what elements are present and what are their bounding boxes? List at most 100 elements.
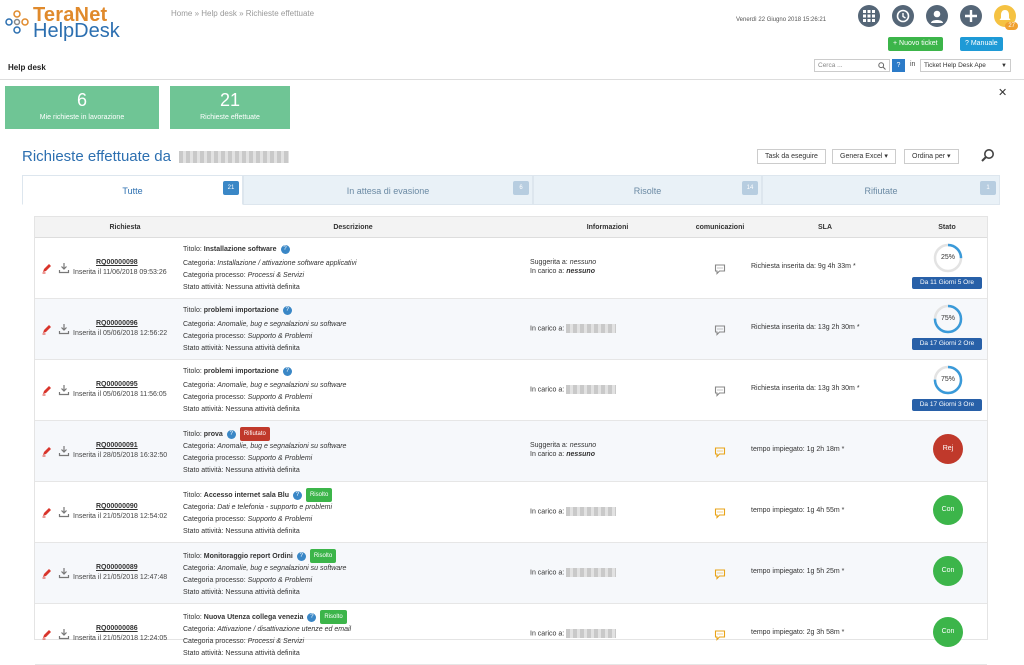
breadcrumb-sep: »	[194, 9, 200, 18]
tab-risolte[interactable]: Risolte 14	[533, 175, 762, 205]
title-line: Titolo: Monitoraggio report Ordini? Risol…	[183, 549, 523, 563]
comment-icon[interactable]	[714, 324, 726, 336]
table-row[interactable]: RQ00000098 Inserita il 11/06/2018 09:53:2…	[35, 238, 987, 299]
comment-icon[interactable]	[714, 446, 726, 458]
info-icon[interactable]: ?	[226, 429, 236, 439]
request-code[interactable]: RQ00000089	[96, 564, 138, 571]
request-title: Accesso internet sala Blu	[203, 491, 289, 499]
process-line: Categoria processo: Supporto & Problemi	[183, 455, 313, 462]
request-code[interactable]: RQ00000086	[96, 625, 138, 632]
tab-tutte[interactable]: Tutte 21	[22, 175, 243, 205]
comment-icon[interactable]	[714, 385, 726, 397]
search-input[interactable]: Cerca ...	[814, 59, 890, 72]
download-icon[interactable]	[58, 506, 70, 518]
request-code[interactable]: RQ00000098	[96, 259, 138, 266]
table-row[interactable]: RQ00000090 Inserita il 21/05/2018 12:54:0…	[35, 482, 987, 543]
info-icon[interactable]: ?	[282, 305, 292, 315]
edit-icon[interactable]	[41, 445, 53, 457]
new-ticket-button[interactable]: + Nuovo ticket	[888, 37, 943, 51]
activity-line: Stato attività: Nessuna attività definit…	[183, 528, 300, 535]
task-button[interactable]: Task da eseguire	[757, 149, 826, 164]
status-cell: Con	[912, 609, 982, 661]
in-label: in	[910, 61, 916, 68]
comment-icon[interactable]	[714, 568, 726, 580]
edit-icon[interactable]	[41, 262, 53, 274]
table-row[interactable]: RQ00000091 Inserita il 28/05/2018 16:32:5…	[35, 421, 987, 482]
request-code[interactable]: RQ00000095	[96, 381, 138, 388]
edit-icon[interactable]	[41, 384, 53, 396]
edit-icon[interactable]	[41, 567, 53, 579]
status-cell: Con	[912, 487, 982, 539]
progress-percent: 75%	[940, 376, 955, 383]
apps-grid-icon[interactable]	[858, 5, 880, 27]
order-by-button[interactable]: Ordina per ▾	[904, 149, 959, 164]
user-profile-icon[interactable]	[926, 5, 948, 27]
comment-icon[interactable]	[714, 507, 726, 519]
request-description: Titolo: problemi importazione? Categoria:…	[183, 305, 523, 355]
tab-in-attesa[interactable]: In attesa di evasione 6	[243, 175, 533, 205]
comment-icon[interactable]	[714, 629, 726, 641]
notifications-bell-icon[interactable]: 27	[994, 5, 1018, 30]
table-row[interactable]: RQ00000095 Inserita il 05/06/2018 11:56:0…	[35, 360, 987, 421]
request-code[interactable]: RQ00000091	[96, 442, 138, 449]
request-title: Monitoraggio report Ordini	[203, 552, 293, 560]
request-code[interactable]: RQ00000090	[96, 503, 138, 510]
add-icon[interactable]	[960, 5, 982, 27]
close-icon[interactable]: ✕	[998, 86, 1007, 99]
info-icon[interactable]: ?	[282, 366, 292, 376]
progress-percent: 75%	[940, 315, 955, 322]
top-bar: TeraNet HelpDesk Home » Help desk » Rich…	[0, 0, 1024, 56]
table-header: Richiesta Descrizione Informazioni comun…	[35, 217, 987, 238]
zoom-search-icon[interactable]	[980, 148, 996, 164]
breadcrumb-home[interactable]: Home	[171, 9, 192, 18]
edit-icon[interactable]	[41, 323, 53, 335]
card-requests-made[interactable]: 21 Richieste effettuate	[170, 86, 290, 129]
activity-line: Stato attività: Nessuna attività definit…	[183, 589, 300, 596]
activity-line: Stato attività: Nessuna attività definit…	[183, 406, 300, 413]
download-icon[interactable]	[58, 628, 70, 640]
info-icon[interactable]: ?	[296, 551, 306, 561]
request-description: Titolo: problemi importazione? Categoria:…	[183, 366, 523, 416]
info-icon[interactable]: ?	[307, 612, 317, 622]
col-informazioni: Informazioni	[586, 224, 629, 231]
search-icon[interactable]	[878, 62, 886, 70]
download-icon[interactable]	[58, 262, 70, 274]
card-my-requests[interactable]: 6 Mie richieste in lavorazione	[5, 86, 159, 129]
app-logo[interactable]: TeraNet HelpDesk	[5, 4, 135, 42]
tab-rifiutate[interactable]: Rifiutate 1	[762, 175, 1000, 205]
comment-icon[interactable]	[714, 263, 726, 275]
download-icon[interactable]	[58, 323, 70, 335]
request-info: In carico a:	[530, 563, 617, 577]
table-row[interactable]: RQ00000089 Inserita il 21/05/2018 12:47:4…	[35, 543, 987, 604]
info-icon[interactable]: ?	[292, 490, 302, 500]
table-row[interactable]: RQ00000096 Inserita il 05/06/2018 12:56:2…	[35, 299, 987, 360]
status-circle: Con	[933, 495, 963, 525]
inserted-date: Inserita il 21/05/2018 12:47:48	[73, 574, 168, 581]
search-scope-select[interactable]: Ticket Help Desk Ape ▼	[920, 59, 1011, 72]
title-line: Titolo: problemi importazione?	[183, 366, 523, 378]
download-icon[interactable]	[58, 445, 70, 457]
request-code[interactable]: RQ00000096	[96, 320, 138, 327]
manual-button[interactable]: ? Manuale	[960, 37, 1003, 51]
download-icon[interactable]	[58, 384, 70, 396]
download-icon[interactable]	[58, 567, 70, 579]
request-info: In carico a:	[530, 624, 617, 638]
excel-button[interactable]: Genera Excel ▾	[832, 149, 896, 164]
request-info: In carico a:	[530, 319, 617, 333]
tab-count-badge: 14	[742, 181, 758, 195]
info-icon[interactable]: ?	[280, 244, 290, 254]
request-description: Titolo: Nuova Utenza collega venezia? Ris…	[183, 610, 523, 660]
breadcrumb-helpdesk[interactable]: Help desk	[201, 9, 237, 18]
status-cell: 75% Da 17 Giorni 3 Ore	[912, 365, 982, 417]
edit-icon[interactable]	[41, 506, 53, 518]
history-icon[interactable]	[892, 5, 914, 27]
card-label: Mie richieste in lavorazione	[39, 114, 125, 121]
search-help-button[interactable]: ?	[892, 59, 905, 72]
edit-icon[interactable]	[41, 628, 53, 640]
status-tag: Risolto	[320, 610, 347, 624]
table-row[interactable]: RQ00000086 Inserita il 21/05/2018 12:24:0…	[35, 604, 987, 665]
chevron-down-icon: ▼	[1001, 63, 1007, 69]
tab-count-badge: 1	[980, 181, 996, 195]
col-richiesta: Richiesta	[109, 224, 141, 231]
request-description: Titolo: Monitoraggio report Ordini? Risol…	[183, 549, 523, 599]
